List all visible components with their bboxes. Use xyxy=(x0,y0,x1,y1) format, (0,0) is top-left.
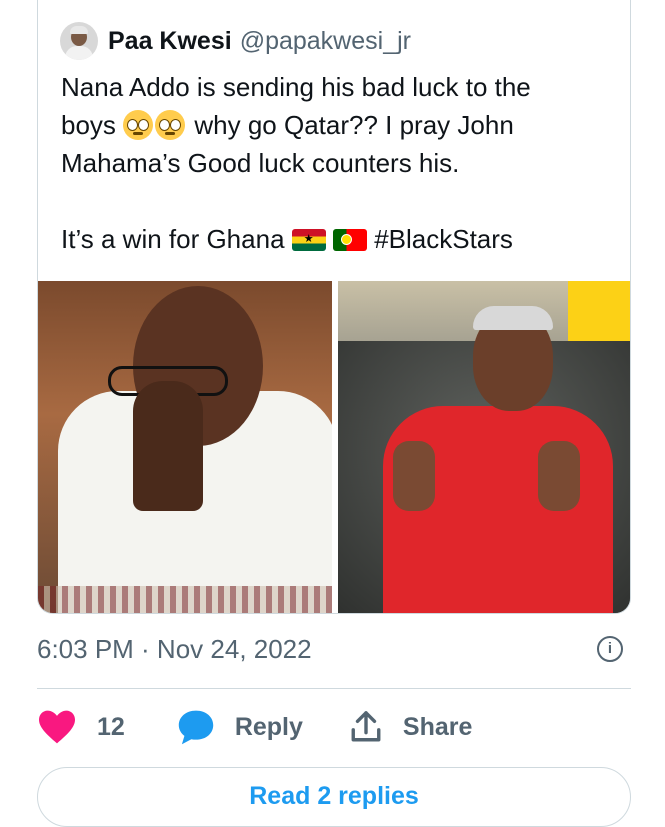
display-name[interactable]: Paa Kwesi xyxy=(108,27,232,56)
tweet-text: Nana Addo is sending his bad luck to the… xyxy=(61,68,601,258)
tweet-actions: 12 Reply Share xyxy=(37,704,472,750)
tweet-media xyxy=(38,281,630,613)
tweet-photo-2[interactable] xyxy=(338,281,630,613)
tweet-timestamp[interactable]: 6:03 PM · Nov 24, 2022 xyxy=(37,634,312,665)
heart-icon xyxy=(39,710,75,744)
tweet-text-line: It’s a win for Ghana xyxy=(61,224,292,254)
hashtag-blackstars[interactable]: #BlackStars xyxy=(367,224,513,254)
user-handle[interactable]: @papakwesi_jr xyxy=(240,27,411,56)
share-icon xyxy=(351,711,381,742)
read-replies-button[interactable]: Read 2 replies xyxy=(37,767,631,827)
portugal-flag-icon xyxy=(332,229,367,251)
tweet-author[interactable]: Paa Kwesi @papakwesi_jr xyxy=(60,22,411,60)
tweet-text-line: boys xyxy=(61,110,124,140)
ghana-flag-icon: ★ xyxy=(291,229,326,251)
share-label: Share xyxy=(402,712,473,741)
divider xyxy=(37,688,631,689)
pleading-face-icon xyxy=(155,110,186,140)
pleading-face-icon xyxy=(123,110,154,140)
like-button[interactable]: 12 xyxy=(37,709,125,745)
reply-button[interactable]: Reply xyxy=(177,709,303,745)
share-button[interactable]: Share xyxy=(349,710,472,744)
info-icon[interactable]: i xyxy=(597,636,623,662)
reply-label: Reply xyxy=(234,712,303,741)
reply-icon xyxy=(178,710,214,745)
tweet-text-line: why go Qatar?? I pray John xyxy=(187,110,514,140)
avatar[interactable] xyxy=(60,22,98,60)
like-count: 12 xyxy=(97,712,125,741)
tweet-photo-1[interactable] xyxy=(38,281,332,613)
tweet-text-line: Nana Addo is sending his bad luck to the xyxy=(61,72,531,102)
quoted-tweet-card[interactable]: Paa Kwesi @papakwesi_jr Nana Addo is sen… xyxy=(37,0,631,614)
tweet-text-line: Mahama’s Good luck counters his. xyxy=(61,148,460,178)
